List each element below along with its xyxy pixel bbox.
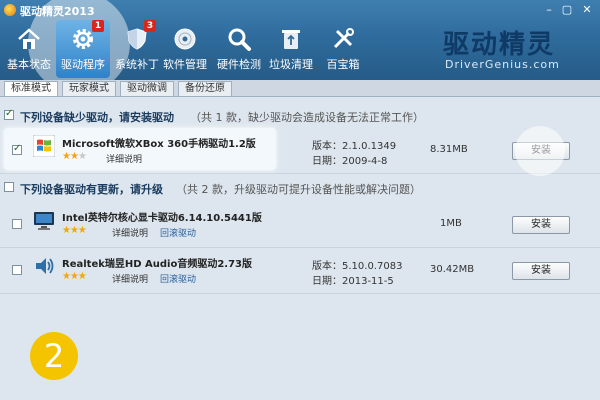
tool-system-patches[interactable]: 3 系统补丁 — [110, 20, 164, 78]
tool-software-manager[interactable]: 软件管理 — [158, 20, 212, 78]
tab-driver-tuning[interactable]: 驱动微调 — [120, 81, 174, 96]
section-note: （共 2 款，升级驱动可提升设备性能或解决问题） — [176, 183, 421, 196]
install-button[interactable]: 安装 — [512, 216, 570, 234]
driver-size: 8.31MB — [430, 144, 468, 155]
rating-stars: ★★★ — [62, 151, 87, 162]
monitor-icon — [34, 212, 54, 230]
install-button-highlight — [515, 126, 565, 176]
tool-hardware-check[interactable]: 硬件检测 — [212, 20, 266, 78]
tool-label: 百宝箱 — [326, 58, 360, 71]
section-title: 下列设备缺少驱动，请安装驱动 — [20, 111, 174, 124]
tool-label: 垃圾清理 — [269, 58, 313, 71]
tool-badge: 1 — [92, 20, 104, 32]
minimize-button[interactable]: – — [540, 2, 558, 18]
home-icon — [18, 28, 40, 49]
driver-name: Intel英特尔核心显卡驱动6.14.10.5441版 — [62, 213, 262, 224]
speaker-icon — [36, 258, 54, 274]
driver-version: 版本：2.1.0.1349 — [312, 141, 397, 152]
rating-stars: ★★★ — [62, 271, 87, 282]
tool-label: 基本状态 — [7, 58, 51, 71]
maximize-button[interactable]: ▢ — [558, 2, 576, 18]
top-toolbar: 驱动精灵2013 – ▢ ✕ 基本状态 1 驱动程序 3 系统补丁 软件管理 硬… — [0, 0, 600, 94]
select-all-missing-checkbox[interactable] — [4, 108, 14, 120]
rollback-link[interactable]: 回滚驱动 — [160, 226, 196, 239]
tab-standard-mode[interactable]: 标准模式 — [4, 81, 58, 96]
tool-basic-status[interactable]: 基本状态 — [2, 20, 56, 78]
install-button[interactable]: 安装 — [512, 262, 570, 280]
driver-row-realtek[interactable]: Realtek瑞昱HD Audio音频驱动2.73版 ★★★ 详细说明 回滚驱动… — [0, 247, 600, 294]
tool-badge: 3 — [144, 20, 156, 32]
driver-version: 版本：5.10.0.7083 — [312, 261, 403, 272]
driver-list-panel: 下列设备缺少驱动，请安装驱动 （共 1 款，缺少驱动会造成设备无法正常工作） M… — [0, 97, 600, 400]
driver-date: 日期：2009-4-8 — [312, 156, 388, 167]
disc-icon — [174, 28, 196, 50]
tool-label: 系统补丁 — [115, 58, 159, 71]
details-link[interactable]: 详细说明 — [106, 152, 142, 165]
details-link[interactable]: 详细说明 — [112, 272, 148, 285]
select-all-updates-checkbox[interactable] — [4, 182, 14, 192]
row-checkbox[interactable] — [12, 143, 22, 155]
section-title: 下列设备驱动有更新，请升级 — [20, 183, 163, 196]
magnifier-icon — [228, 28, 251, 51]
brand-url: DriverGenius.com — [445, 58, 560, 71]
driver-genius-window: 驱动精灵2013 – ▢ ✕ 基本状态 1 驱动程序 3 系统补丁 软件管理 硬… — [0, 0, 600, 400]
details-link[interactable]: 详细说明 — [112, 226, 148, 239]
windows-logo-icon — [33, 135, 55, 157]
driver-row-intel[interactable]: Intel英特尔核心显卡驱动6.14.10.5441版 ★★★ 详细说明 回滚驱… — [0, 201, 600, 248]
driver-name: Microsoft微软XBox 360手柄驱动1.2版 — [62, 139, 256, 150]
rating-stars: ★★★ — [62, 225, 87, 236]
section-driver-updates: 下列设备驱动有更新，请升级 （共 2 款，升级驱动可提升设备性能或解决问题） — [0, 177, 600, 197]
driver-row-xbox[interactable]: Microsoft微软XBox 360手柄驱动1.2版 ★★★ 详细说明 版本：… — [0, 127, 600, 174]
recycle-bin-icon — [282, 30, 300, 49]
close-button[interactable]: ✕ — [578, 2, 596, 18]
tool-drivers[interactable]: 1 驱动程序 — [56, 20, 110, 78]
driver-size: 30.42MB — [430, 264, 475, 275]
tab-backup-restore[interactable]: 备份还原 — [178, 81, 232, 96]
brand-name: 驱动精灵 — [443, 30, 556, 60]
row-checkbox[interactable] — [12, 219, 22, 229]
stars-off: ★ — [77, 151, 87, 162]
driver-size: 1MB — [440, 218, 462, 229]
stars-on: ★★ — [62, 151, 79, 162]
section-note: （共 1 款，缺少驱动会造成设备无法正常工作） — [190, 111, 424, 124]
tab-player-mode[interactable]: 玩家模式 — [62, 81, 116, 96]
rollback-link[interactable]: 回滚驱动 — [160, 272, 196, 285]
step-number-badge: 2 — [30, 332, 78, 380]
tools-icon — [333, 28, 354, 49]
section-missing-drivers: 下列设备缺少驱动，请安装驱动 （共 1 款，缺少驱动会造成设备无法正常工作） — [0, 105, 600, 125]
tool-label: 软件管理 — [163, 58, 207, 71]
tool-label: 硬件检测 — [217, 58, 261, 71]
driver-name: Realtek瑞昱HD Audio音频驱动2.73版 — [62, 259, 253, 270]
driver-date: 日期：2013-11-5 — [312, 276, 394, 287]
mode-tab-strip: 标准模式 玩家模式 驱动微调 备份还原 — [0, 80, 600, 97]
row-checkbox[interactable] — [12, 265, 22, 275]
app-logo-icon — [4, 4, 16, 16]
brand-logo: 驱动精灵 DriverGenius.com — [443, 24, 593, 74]
tool-junk-cleanup[interactable]: 垃圾清理 — [264, 20, 318, 78]
tool-label: 驱动程序 — [61, 58, 105, 71]
tool-toolbox[interactable]: 百宝箱 — [316, 20, 370, 78]
